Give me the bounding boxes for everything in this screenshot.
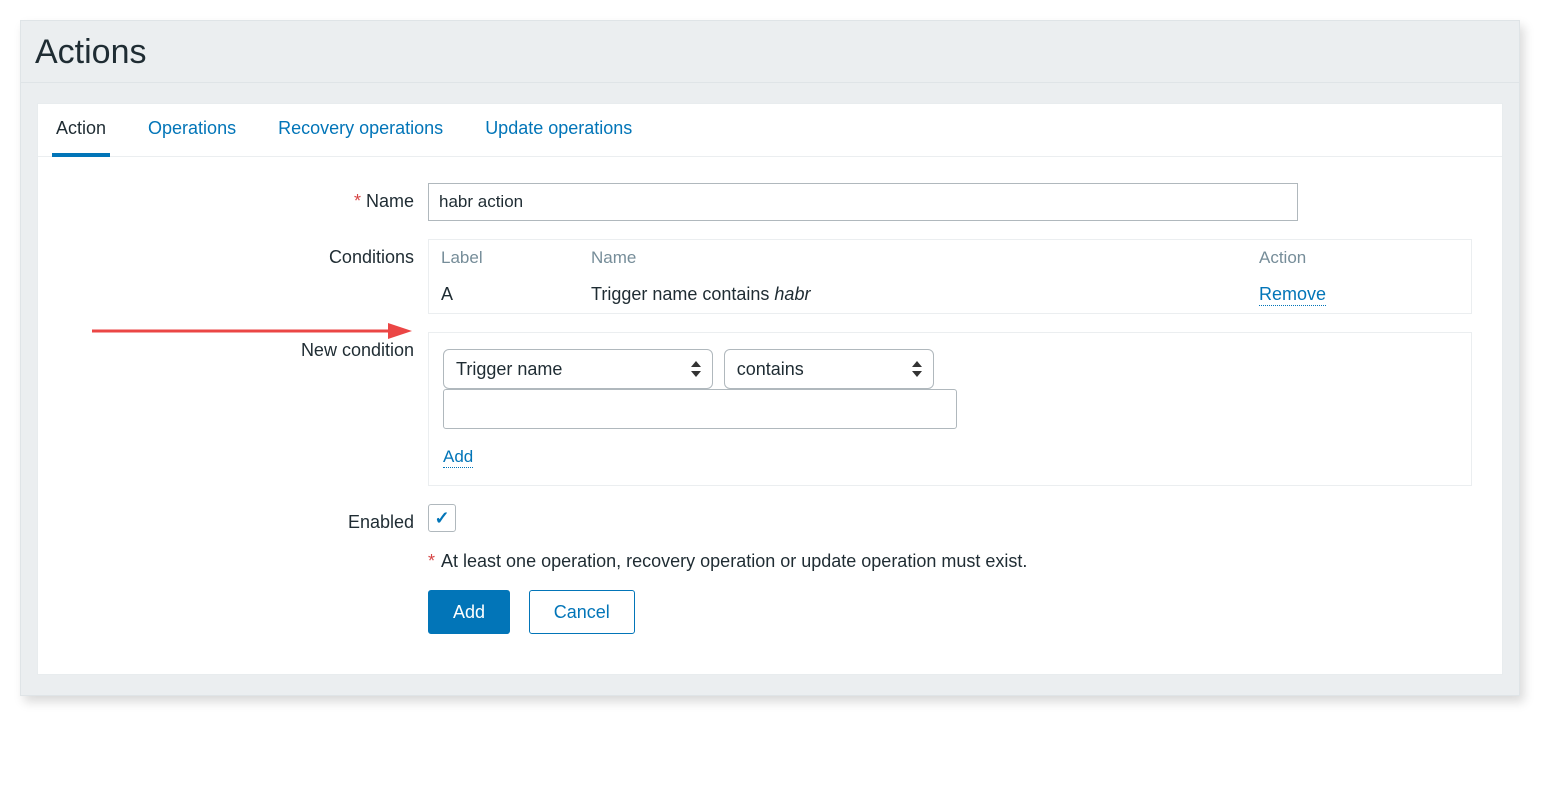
tab-operations[interactable]: Operations [144, 104, 240, 156]
condition-row: A Trigger name contains habr Remove [429, 276, 1471, 313]
cond-header-label: Label [441, 248, 591, 268]
conditions-header: Label Name Action [429, 240, 1471, 276]
page-title: Actions [35, 33, 1519, 72]
condition-value-input[interactable] [443, 389, 957, 429]
tab-update-operations[interactable]: Update operations [481, 104, 636, 156]
condition-remove-link[interactable]: Remove [1259, 284, 1326, 306]
required-note: * At least one operation, recovery operat… [428, 551, 1482, 572]
form-card: Action Operations Recovery operations Up… [37, 103, 1503, 675]
divider [21, 82, 1519, 83]
tab-recovery-operations[interactable]: Recovery operations [274, 104, 447, 156]
enabled-checkbox[interactable]: ✓ [428, 504, 456, 532]
new-condition-label: New condition [38, 332, 428, 361]
condition-operator-value: contains [737, 359, 897, 380]
chevron-updown-icon [690, 361, 702, 377]
cancel-button[interactable]: Cancel [529, 590, 635, 634]
action-form: Name Conditions Label Name Action [38, 183, 1502, 656]
conditions-table: Label Name Action A Trigger name contain… [428, 239, 1472, 314]
asterisk-icon: * [428, 551, 435, 571]
conditions-label: Conditions [38, 239, 428, 268]
condition-name-prefix: Trigger name contains [591, 284, 774, 304]
condition-label: A [441, 284, 591, 305]
condition-type-value: Trigger name [456, 359, 676, 380]
add-condition-link[interactable]: Add [443, 447, 473, 468]
name-input[interactable] [428, 183, 1298, 221]
tab-action[interactable]: Action [52, 104, 110, 157]
check-icon: ✓ [434, 508, 449, 529]
condition-type-select[interactable]: Trigger name [443, 349, 713, 389]
cond-header-name: Name [591, 248, 1259, 268]
condition-operator-select[interactable]: contains [724, 349, 934, 389]
new-condition-box: Trigger name contains [428, 332, 1472, 486]
cond-header-action: Action [1259, 248, 1459, 268]
page-container: Actions Action Operations Recovery opera… [20, 20, 1520, 696]
add-button[interactable]: Add [428, 590, 510, 634]
tabs: Action Operations Recovery operations Up… [38, 104, 1502, 157]
name-label: Name [38, 183, 428, 212]
enabled-label: Enabled [38, 504, 428, 533]
condition-name: Trigger name contains habr [591, 284, 1259, 305]
note-text: At least one operation, recovery operati… [441, 551, 1027, 571]
chevron-updown-icon [911, 361, 923, 377]
condition-name-value: habr [774, 284, 810, 304]
